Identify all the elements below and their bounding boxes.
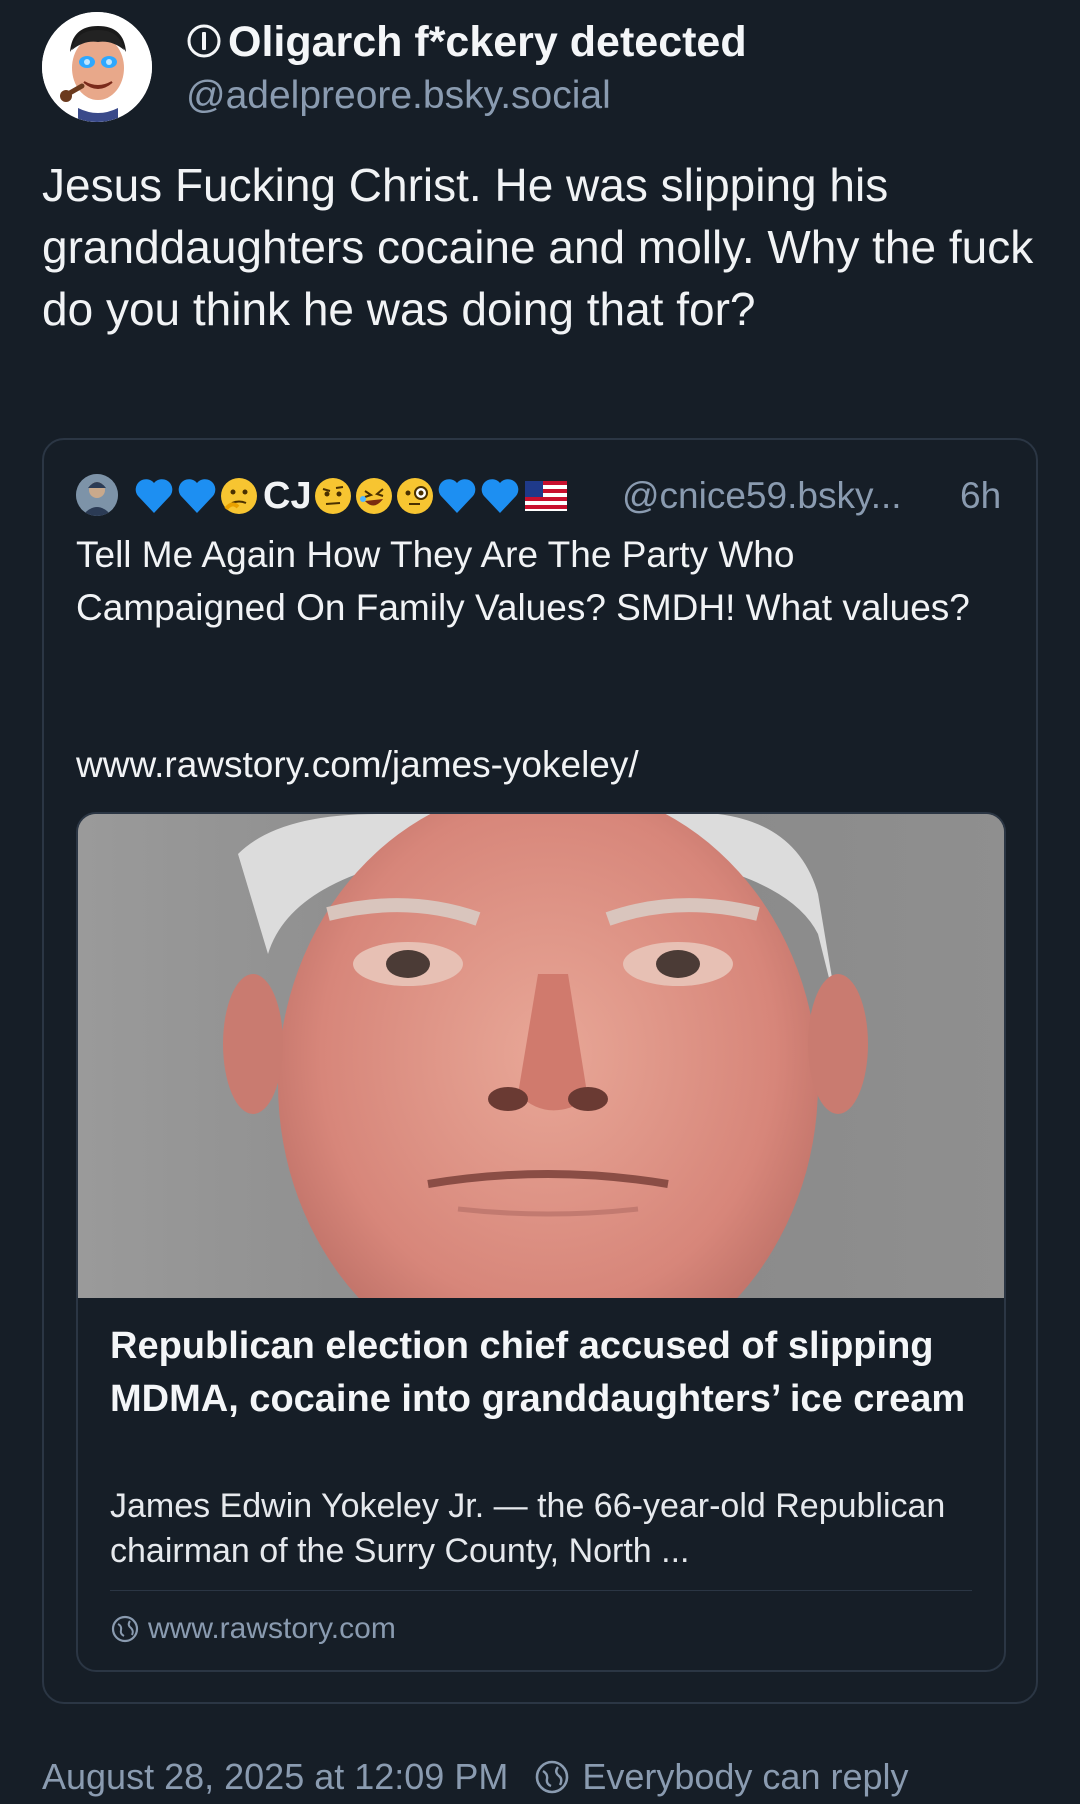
- quote-text: Tell Me Again How They Are The Party Who…: [76, 534, 970, 628]
- embed-divider: [110, 1590, 972, 1591]
- blue-heart-icon: [135, 479, 173, 513]
- article-title[interactable]: Republican election chief accused of sli…: [110, 1320, 970, 1426]
- quote-author-avatar[interactable]: [76, 474, 118, 516]
- globe-icon: [111, 1615, 139, 1643]
- post-footer: August 28, 2025 at 12:09 PM Everybody ca…: [42, 1750, 909, 1804]
- reply-permission[interactable]: Everybody can reply: [534, 1756, 909, 1798]
- article-domain-text: www.rawstory.com: [148, 1612, 396, 1645]
- reply-permission-text: Everybody can reply: [582, 1756, 909, 1797]
- article-domain[interactable]: www.rawstory.com: [110, 1602, 396, 1656]
- quote-author-name[interactable]: CJ: [134, 470, 567, 522]
- blue-heart-icon: [481, 479, 518, 513]
- globe-icon: [536, 1760, 569, 1794]
- thinking-face-icon: [221, 478, 257, 514]
- post-text: Jesus Fucking Christ. He was slipping hi…: [42, 159, 1034, 335]
- info-icon: [186, 19, 222, 71]
- blue-heart-icon: [438, 479, 475, 513]
- quoted-post[interactable]: CJ @cnice59.bsky... 6h Tell Me Again How…: [42, 438, 1038, 1704]
- post: Oligarch f*ckery detected @adelpreore.bs…: [0, 0, 1080, 1804]
- us-flag-icon: [524, 481, 567, 511]
- author-display-name[interactable]: Oligarch f*ckery detected: [186, 16, 747, 71]
- quote-link[interactable]: www.rawstory.com/james-yokeley/: [76, 740, 639, 790]
- quote-time[interactable]: 6h: [960, 470, 1001, 522]
- monocle-face-icon: [396, 478, 433, 514]
- link-preview-card[interactable]: Republican election chief accused of sli…: [76, 812, 1006, 1672]
- quote-author-handle[interactable]: @cnice59.bsky...: [622, 470, 902, 522]
- quote-author-name-text: CJ: [263, 474, 312, 517]
- author-name-text: Oligarch f*ckery detected: [228, 18, 747, 66]
- author-avatar[interactable]: [42, 12, 152, 122]
- post-timestamp: August 28, 2025 at 12:09 PM: [42, 1756, 509, 1797]
- article-description: James Edwin Yokeley Jr. — the 66-year-ol…: [110, 1487, 946, 1570]
- article-thumbnail: [78, 814, 1004, 1298]
- rolling-laughing-face-icon: [355, 478, 392, 514]
- blue-heart-icon: [178, 479, 216, 513]
- raised-eyebrow-face-icon: [314, 478, 351, 514]
- author-handle[interactable]: @adelpreore.bsky.social: [186, 72, 611, 120]
